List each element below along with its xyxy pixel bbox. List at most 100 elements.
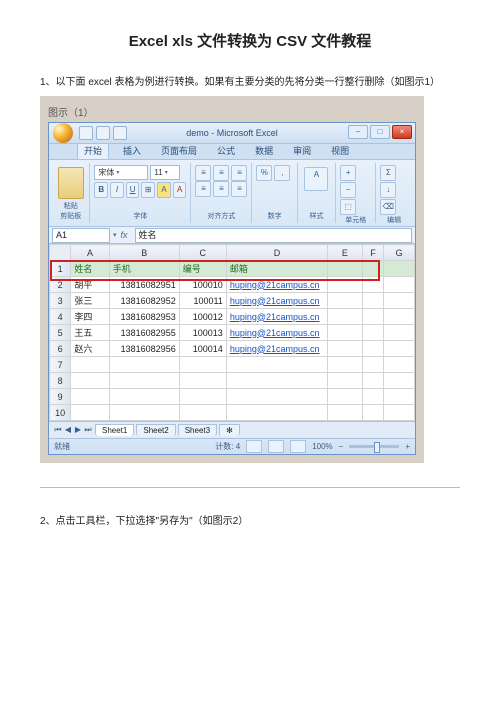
cell[interactable]: 13816082951 <box>109 277 179 293</box>
cell[interactable] <box>362 261 384 277</box>
row-header-1[interactable]: 1 <box>50 261 71 277</box>
font-color-button[interactable]: A <box>173 182 187 198</box>
cell[interactable] <box>179 389 226 405</box>
qat-redo-icon[interactable] <box>113 126 127 140</box>
row-header[interactable]: 8 <box>50 373 71 389</box>
italic-button[interactable]: I <box>110 182 124 198</box>
row-header[interactable]: 5 <box>50 325 71 341</box>
cell[interactable] <box>384 389 415 405</box>
cell[interactable]: 王五 <box>71 325 109 341</box>
view-normal-icon[interactable] <box>246 440 262 453</box>
sheet-tab-1[interactable]: Sheet1 <box>95 424 134 436</box>
sheet-nav-arrows[interactable]: ⏮◀▶⏭ <box>53 425 93 435</box>
number-format-icon[interactable]: % <box>256 165 272 181</box>
cell[interactable] <box>179 357 226 373</box>
cell[interactable]: 100011 <box>179 293 226 309</box>
view-break-icon[interactable] <box>290 440 306 453</box>
font-size-combo[interactable]: 11 <box>150 165 180 180</box>
cell[interactable] <box>384 261 415 277</box>
align-bot-icon[interactable]: ≡ <box>231 165 247 181</box>
col-header-c[interactable]: C <box>179 245 226 261</box>
cell[interactable] <box>179 373 226 389</box>
minimize-button[interactable]: – <box>348 125 368 139</box>
cell[interactable] <box>362 325 384 341</box>
view-layout-icon[interactable] <box>268 440 284 453</box>
cell[interactable]: 100013 <box>179 325 226 341</box>
align-mid-icon[interactable]: ≡ <box>213 165 229 181</box>
cell[interactable] <box>328 341 363 357</box>
cell[interactable]: 13816082955 <box>109 325 179 341</box>
quick-access-toolbar[interactable] <box>79 126 127 140</box>
cell[interactable] <box>384 405 415 421</box>
clear-icon[interactable]: ⌫ <box>380 199 396 215</box>
cell[interactable] <box>362 389 384 405</box>
select-all-corner[interactable] <box>50 245 71 261</box>
header-cell-id[interactable]: 编号 <box>179 261 226 277</box>
row-header[interactable]: 3 <box>50 293 71 309</box>
bold-button[interactable]: B <box>94 182 108 198</box>
cell[interactable] <box>362 405 384 421</box>
cell[interactable]: 100010 <box>179 277 226 293</box>
cell[interactable] <box>328 325 363 341</box>
col-header-b[interactable]: B <box>109 245 179 261</box>
font-name-combo[interactable]: 宋体 <box>94 165 148 180</box>
cell[interactable] <box>328 293 363 309</box>
cell[interactable] <box>109 373 179 389</box>
cell[interactable] <box>328 277 363 293</box>
cell[interactable] <box>226 373 327 389</box>
align-right-icon[interactable]: ≡ <box>231 181 247 197</box>
header-cell-name[interactable]: 姓名 <box>71 261 109 277</box>
cell[interactable] <box>328 357 363 373</box>
align-left-icon[interactable]: ≡ <box>195 181 211 197</box>
cell[interactable] <box>384 309 415 325</box>
insert-cell-icon[interactable]: + <box>340 165 356 181</box>
zoom-in-icon[interactable]: + <box>405 442 410 451</box>
cell[interactable] <box>362 357 384 373</box>
cell[interactable]: 张三 <box>71 293 109 309</box>
cell[interactable]: 胡平 <box>71 277 109 293</box>
row-header[interactable]: 7 <box>50 357 71 373</box>
qat-undo-icon[interactable] <box>96 126 110 140</box>
row-header[interactable]: 2 <box>50 277 71 293</box>
cell[interactable] <box>109 357 179 373</box>
row-header[interactable]: 4 <box>50 309 71 325</box>
cell[interactable] <box>328 261 363 277</box>
cell[interactable] <box>71 373 109 389</box>
row-header[interactable]: 9 <box>50 389 71 405</box>
fill-icon[interactable]: ↓ <box>380 182 396 198</box>
cell[interactable] <box>384 325 415 341</box>
align-center-icon[interactable]: ≡ <box>213 181 229 197</box>
cell[interactable] <box>328 405 363 421</box>
maximize-button[interactable]: □ <box>370 125 390 139</box>
qat-save-icon[interactable] <box>79 126 93 140</box>
cell[interactable]: huping@21campus.cn <box>226 277 327 293</box>
cell[interactable] <box>328 389 363 405</box>
close-button[interactable]: × <box>392 125 412 139</box>
delete-cell-icon[interactable]: − <box>340 182 356 198</box>
cell[interactable]: 赵六 <box>71 341 109 357</box>
zoom-slider[interactable] <box>349 445 399 448</box>
spreadsheet-grid[interactable]: A B C D E F G 1 姓名 手机 编号 邮箱 <box>49 244 415 421</box>
cell[interactable] <box>226 405 327 421</box>
paste-button[interactable] <box>58 167 84 199</box>
cell[interactable] <box>71 405 109 421</box>
new-sheet-button[interactable]: ✻ <box>219 424 240 436</box>
cell[interactable]: 13816082953 <box>109 309 179 325</box>
cell[interactable] <box>226 357 327 373</box>
cell[interactable]: 李四 <box>71 309 109 325</box>
sheet-tab-3[interactable]: Sheet3 <box>178 424 217 436</box>
zoom-out-icon[interactable]: − <box>339 442 344 451</box>
cell[interactable] <box>328 309 363 325</box>
styles-button[interactable]: A <box>304 167 328 191</box>
formula-bar[interactable]: 姓名 <box>135 228 412 243</box>
cell[interactable] <box>384 293 415 309</box>
header-cell-email[interactable]: 邮箱 <box>226 261 327 277</box>
cell[interactable] <box>362 341 384 357</box>
fill-color-button[interactable]: A <box>157 182 171 198</box>
cell[interactable]: 13816082956 <box>109 341 179 357</box>
border-button[interactable]: ⊞ <box>141 182 155 198</box>
cell[interactable]: 100012 <box>179 309 226 325</box>
cell[interactable]: huping@21campus.cn <box>226 325 327 341</box>
cell[interactable]: 13816082952 <box>109 293 179 309</box>
namebox-dropdown-icon[interactable]: ▾ <box>113 231 117 239</box>
